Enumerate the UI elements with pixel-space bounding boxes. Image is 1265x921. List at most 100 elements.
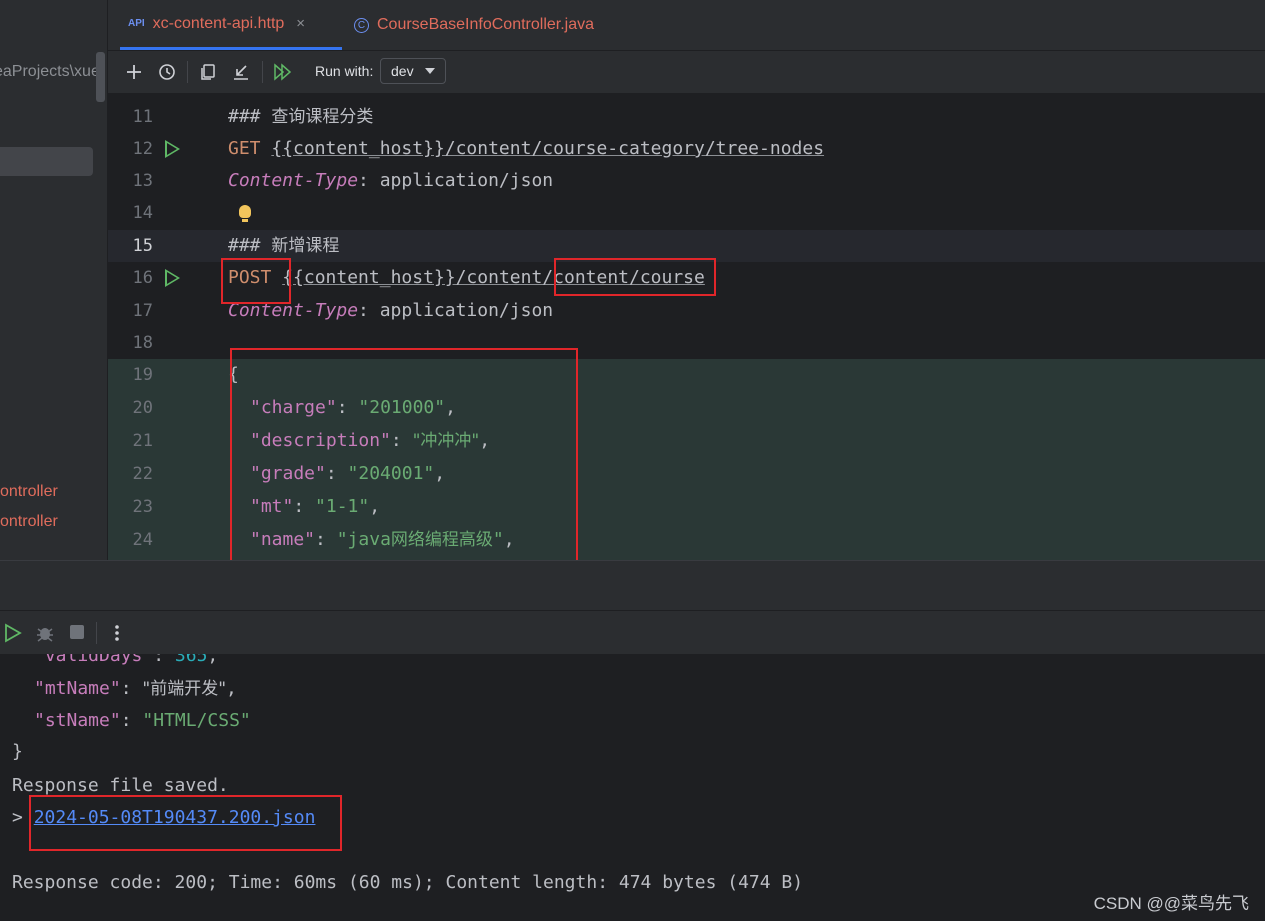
class-icon: C bbox=[354, 17, 369, 33]
add-request-button[interactable] bbox=[122, 60, 146, 84]
line-number: 12 bbox=[132, 139, 153, 159]
json-value: "201000" bbox=[358, 397, 446, 418]
line-number: 17 bbox=[132, 301, 153, 321]
project-path[interactable]: eaProjects\xue bbox=[0, 63, 100, 81]
toolbar-separator bbox=[96, 622, 97, 644]
history-button[interactable] bbox=[155, 60, 179, 84]
line-number: 11 bbox=[132, 107, 153, 127]
json-comma: , bbox=[226, 678, 237, 699]
code-line-19: 19 { bbox=[108, 359, 1265, 392]
json-value: "204001" bbox=[347, 463, 435, 484]
run-all-icon bbox=[274, 63, 292, 81]
http-method: GET bbox=[228, 138, 261, 159]
json-value: 365 bbox=[174, 654, 208, 666]
response-output[interactable]: "validDays": 365, "mtName": "前端开发", "stN… bbox=[0, 654, 1265, 921]
code-line-13: 13 Content-Type: application/json bbox=[108, 165, 1265, 197]
clock-icon bbox=[159, 64, 175, 80]
run-request-icon[interactable] bbox=[165, 269, 180, 287]
code-editor[interactable]: 11 ### 查询课程分类 12 GET {{content_host}}/co… bbox=[108, 93, 1265, 560]
line-number: 15 bbox=[132, 236, 153, 256]
header-name: Content-Type bbox=[228, 300, 359, 321]
code-line-20: 20 "charge": "201000", bbox=[108, 392, 1265, 425]
output-line-saved: Response file saved. bbox=[12, 775, 229, 796]
tab-xc-content-api[interactable]: API xc-content-api.http × bbox=[120, 0, 342, 50]
environment-value: dev bbox=[391, 63, 414, 79]
environment-select[interactable]: dev bbox=[380, 58, 446, 84]
comment-text: 新增课程 bbox=[271, 236, 340, 256]
tab-label: xc-content-api.http bbox=[152, 14, 285, 32]
request-url-base: {{content_host}}/content/ bbox=[282, 267, 554, 288]
project-sidebar: eaProjects\xue ontroller ontroller bbox=[0, 0, 108, 560]
json-separator: : bbox=[390, 430, 413, 451]
json-key: "grade" bbox=[250, 463, 326, 484]
output-line-file: > 2024-05-08T190437.200.json bbox=[12, 802, 315, 834]
comment-text: 查询课程分类 bbox=[271, 107, 374, 127]
debug-icon[interactable] bbox=[35, 623, 55, 643]
request-url[interactable]: {{content_host}}/content/course-category… bbox=[271, 138, 824, 159]
rerun-icon[interactable] bbox=[4, 623, 22, 643]
json-key: "mt" bbox=[250, 496, 294, 517]
run-request-icon[interactable] bbox=[165, 140, 180, 158]
watermark: CSDN @@菜鸟先飞 bbox=[1093, 894, 1249, 913]
line-number: 19 bbox=[132, 365, 153, 385]
plus-icon bbox=[127, 65, 141, 79]
json-key: "name" bbox=[250, 529, 316, 550]
json-key: "stName" bbox=[34, 710, 121, 731]
code-line-14: 14 bbox=[108, 197, 1265, 229]
code-line-12: 12 GET {{content_host}}/content/course-c… bbox=[108, 133, 1265, 165]
json-separator: : bbox=[336, 397, 359, 418]
code-line-24: 24 "name": "java网络编程高级", bbox=[108, 524, 1265, 560]
json-separator: : bbox=[325, 463, 348, 484]
json-value-part: 网络编程高级 bbox=[390, 530, 493, 550]
output-line-stname: "stName": "HTML/CSS" bbox=[34, 705, 251, 737]
http-client-toolbar: Run with: dev bbox=[108, 51, 1265, 93]
code-line-11: 11 ### 查询课程分类 bbox=[108, 101, 1265, 133]
editor-tab-bar: API xc-content-api.http × C CourseBaseIn… bbox=[108, 0, 1265, 51]
json-key: "description" bbox=[250, 430, 391, 451]
json-value: "java网络编程高级" bbox=[337, 529, 504, 550]
toolbar-separator bbox=[187, 61, 188, 83]
copy-icon bbox=[201, 64, 215, 80]
json-value-part: " bbox=[492, 529, 504, 550]
http-method: POST bbox=[228, 267, 272, 288]
close-icon[interactable]: × bbox=[296, 15, 305, 32]
sidebar-selected-row[interactable] bbox=[0, 147, 93, 176]
header-name: Content-Type bbox=[228, 170, 359, 191]
json-key: "mtName" bbox=[34, 678, 121, 699]
json-comma: , bbox=[503, 529, 515, 550]
json-separator: : bbox=[120, 710, 143, 731]
header-value: : application/json bbox=[358, 300, 554, 321]
code-line-15: 15 ### 新增课程 bbox=[108, 230, 1265, 262]
output-prefix: > bbox=[12, 807, 34, 828]
json-comma: , bbox=[434, 463, 446, 484]
examples-button[interactable] bbox=[196, 60, 220, 84]
panel-divider[interactable] bbox=[0, 560, 1265, 611]
json-value: "HTML/CSS" bbox=[142, 710, 251, 731]
sidebar-scrollbar[interactable] bbox=[96, 52, 105, 102]
import-button[interactable] bbox=[229, 60, 253, 84]
json-key: "validDays" bbox=[34, 654, 154, 666]
json-comma: , bbox=[445, 397, 456, 418]
more-options-icon[interactable] bbox=[110, 623, 124, 643]
output-line-mtname: "mtName": "前端开发", bbox=[34, 673, 237, 705]
sidebar-item-controller-1[interactable]: ontroller bbox=[0, 483, 58, 501]
response-file-link[interactable]: 2024-05-08T190437.200.json bbox=[34, 807, 316, 828]
json-value-part: "java bbox=[336, 529, 391, 550]
stop-icon[interactable] bbox=[68, 623, 86, 641]
line-number: 21 bbox=[132, 431, 153, 451]
line-number: 20 bbox=[132, 398, 153, 418]
sidebar-item-controller-2[interactable]: ontroller bbox=[0, 513, 58, 531]
tab-label: CourseBaseInfoController.java bbox=[377, 16, 595, 33]
header-value: : application/json bbox=[358, 170, 554, 191]
lightbulb-icon[interactable] bbox=[239, 205, 251, 222]
request-url[interactable]: {{content_host}}/content/content/course bbox=[282, 267, 705, 288]
tab-coursebaseinfocontroller[interactable]: C CourseBaseInfoController.java bbox=[354, 0, 594, 50]
run-toolbar bbox=[0, 610, 1265, 655]
json-brace: { bbox=[228, 364, 239, 385]
json-separator: : bbox=[293, 496, 316, 517]
code-line-22: 22 "grade": "204001", bbox=[108, 458, 1265, 491]
json-comma: , bbox=[479, 430, 491, 451]
json-comma: , bbox=[207, 654, 219, 666]
run-all-button[interactable] bbox=[270, 60, 294, 84]
request-url-path: content/course bbox=[553, 267, 705, 288]
